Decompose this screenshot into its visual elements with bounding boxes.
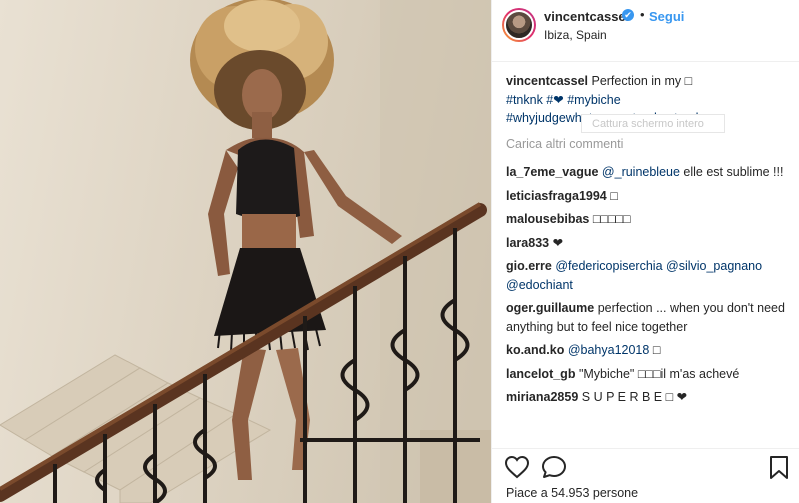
caption-hashtags[interactable]: #tnknk #❤ #mybiche [506, 93, 621, 107]
comment-username[interactable]: lara833 [506, 236, 549, 250]
screenshot-tooltip: Cattura schermo intero [581, 114, 725, 133]
post-side-panel: vincentcassel ✔ • Segui Ibiza, Spain vin… [491, 0, 799, 503]
photo-illustration [0, 0, 491, 503]
list-item: lancelot_gb "Mybiche" □□□il m'as achevé [506, 365, 787, 384]
load-more-comments-link[interactable]: Carica altri commenti [506, 135, 787, 154]
caption-text: Perfection in my □ [591, 74, 693, 88]
comment-icon[interactable] [541, 455, 567, 484]
comment-text: □□□□□ [592, 212, 631, 226]
list-item: gio.erre @federicopiserchia @silvio_pagn… [506, 257, 787, 294]
comment-text: □ [610, 188, 618, 203]
comment-text: ❤ [552, 235, 564, 250]
post-header: vincentcassel ✔ • Segui Ibiza, Spain [492, 0, 799, 62]
post-username[interactable]: vincentcassel [544, 9, 629, 24]
list-item: lara833 ❤ [506, 234, 787, 253]
post-location[interactable]: Ibiza, Spain [544, 28, 607, 42]
heart-icon[interactable] [504, 455, 530, 484]
comment-mention[interactable]: @_ruinebleue [602, 165, 680, 179]
comment-text: elle est sublime !!! [679, 165, 784, 179]
comment-username[interactable]: leticiasfraga1994 [506, 189, 607, 203]
list-item: oger.guillaume perfection ... when you d… [506, 299, 787, 336]
comment-text: "Mybiche" □□□il m'as achevé [578, 366, 740, 381]
avatar[interactable] [502, 8, 536, 42]
comment-mention[interactable]: @bahya12018 [568, 343, 650, 357]
list-item: malousebibas □□□□□ [506, 210, 787, 229]
list-item: ko.and.ko @bahya12018 □ [506, 341, 787, 360]
comment-username[interactable]: gio.erre [506, 259, 552, 273]
post-photo[interactable] [0, 0, 491, 503]
bookmark-icon[interactable] [768, 455, 790, 486]
caption-username[interactable]: vincentcassel [506, 74, 588, 88]
comment-username[interactable]: ko.and.ko [506, 343, 564, 357]
follow-button[interactable]: Segui [649, 9, 684, 24]
comment-text: S U P E R B E □ ❤ [581, 390, 688, 404]
comment-username[interactable]: malousebibas [506, 212, 589, 226]
list-item: la_7eme_vague @_ruinebleue elle est subl… [506, 163, 787, 182]
action-bar: Piace a 54.953 persone [492, 448, 799, 503]
verified-badge-icon: ✔ [622, 9, 634, 21]
list-item: miriana2859 S U P E R B E □ ❤ [506, 388, 787, 407]
comment-username[interactable]: lancelot_gb [506, 367, 575, 381]
separator-dot: • [640, 7, 645, 22]
comment-text: □ [649, 343, 661, 357]
comment-username[interactable]: miriana2859 [506, 390, 578, 404]
comment-username[interactable]: oger.guillaume [506, 301, 594, 315]
list-item: leticiasfraga1994 □ [506, 187, 787, 206]
likes-count[interactable]: Piace a 54.953 persone [506, 486, 638, 500]
comment-username[interactable]: la_7eme_vague [506, 165, 598, 179]
